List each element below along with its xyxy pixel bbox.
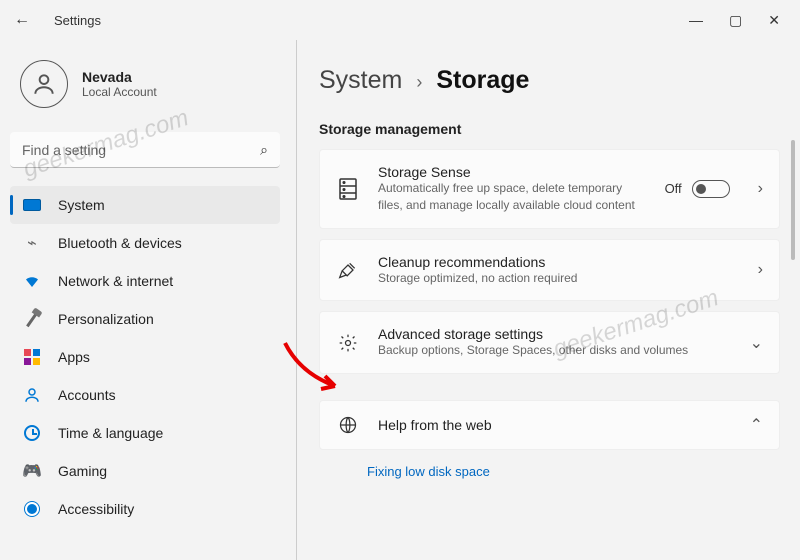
nav-label: System bbox=[58, 197, 105, 213]
app-title: Settings bbox=[54, 13, 101, 28]
card-title: Advanced storage settings bbox=[378, 326, 722, 342]
nav-label: Accessibility bbox=[58, 501, 134, 517]
back-button[interactable]: ← bbox=[8, 11, 36, 29]
nav-label: Accounts bbox=[58, 387, 116, 403]
nav-label: Apps bbox=[58, 349, 90, 365]
accounts-icon bbox=[20, 385, 44, 405]
storage-icon bbox=[336, 178, 360, 200]
scroll-thumb[interactable] bbox=[791, 140, 795, 260]
nav-network[interactable]: Network & internet bbox=[10, 262, 280, 300]
card-sub: Backup options, Storage Spaces, other di… bbox=[378, 342, 722, 359]
chevron-right-icon: › bbox=[416, 72, 422, 93]
nav-label: Network & internet bbox=[58, 273, 173, 289]
user-name: Nevada bbox=[82, 69, 157, 85]
chevron-right-icon[interactable]: › bbox=[758, 261, 763, 279]
breadcrumb-parent[interactable]: System bbox=[319, 66, 402, 95]
main-panel: System › Storage Storage management Stor… bbox=[303, 40, 800, 560]
close-button[interactable]: ✕ bbox=[768, 12, 780, 29]
help-link[interactable]: Fixing low disk space bbox=[367, 464, 780, 479]
nav-personalization[interactable]: Personalization bbox=[10, 300, 280, 338]
advanced-storage-card[interactable]: Advanced storage settings Backup options… bbox=[319, 311, 780, 374]
nav-accessibility[interactable]: Accessibility bbox=[10, 490, 280, 528]
chevron-up-icon[interactable]: ⌃ bbox=[750, 415, 763, 435]
wifi-icon bbox=[20, 271, 44, 291]
card-title: Storage Sense bbox=[378, 164, 647, 180]
minimize-button[interactable]: — bbox=[689, 12, 703, 29]
apps-icon bbox=[20, 347, 44, 367]
help-card[interactable]: Help from the web ⌃ bbox=[319, 400, 780, 450]
titlebar: ← Settings — ▢ ✕ bbox=[0, 0, 800, 40]
nav-bluetooth[interactable]: ⌁ Bluetooth & devices bbox=[10, 224, 280, 262]
bluetooth-icon: ⌁ bbox=[20, 233, 44, 253]
avatar-icon bbox=[20, 60, 68, 108]
accessibility-icon bbox=[20, 499, 44, 519]
nav-system[interactable]: System bbox=[10, 186, 280, 224]
storage-sense-card[interactable]: Storage Sense Automatically free up spac… bbox=[319, 149, 780, 229]
user-sub: Local Account bbox=[82, 85, 157, 99]
cleanup-card[interactable]: Cleanup recommendations Storage optimize… bbox=[319, 239, 780, 302]
nav-time[interactable]: Time & language bbox=[10, 414, 280, 452]
scrollbar[interactable] bbox=[788, 40, 798, 560]
nav-label: Personalization bbox=[58, 311, 154, 327]
nav-label: Gaming bbox=[58, 463, 107, 479]
nav-accounts[interactable]: Accounts bbox=[10, 376, 280, 414]
search-box[interactable]: ⌕ bbox=[10, 132, 280, 168]
user-profile[interactable]: Nevada Local Account bbox=[10, 50, 280, 118]
nav-gaming[interactable]: 🎮 Gaming bbox=[10, 452, 280, 490]
search-icon: ⌕ bbox=[260, 142, 268, 159]
system-icon bbox=[20, 195, 44, 215]
globe-icon bbox=[336, 415, 360, 435]
card-sub: Storage optimized, no action required bbox=[378, 270, 730, 287]
nav-label: Bluetooth & devices bbox=[58, 235, 182, 251]
chevron-right-icon[interactable]: › bbox=[758, 180, 763, 198]
nav-label: Time & language bbox=[58, 425, 163, 441]
brush-icon bbox=[20, 309, 44, 329]
chevron-down-icon[interactable]: ⌄ bbox=[750, 333, 763, 353]
nav-apps[interactable]: Apps bbox=[10, 338, 280, 376]
sidebar: Nevada Local Account ⌕ System ⌁ Bluetoot… bbox=[0, 40, 290, 560]
search-input[interactable] bbox=[10, 132, 280, 168]
breadcrumb: System › Storage bbox=[319, 66, 780, 95]
toggle-label: Off bbox=[665, 181, 682, 196]
breadcrumb-current: Storage bbox=[436, 66, 529, 95]
clock-icon bbox=[20, 423, 44, 443]
card-title: Cleanup recommendations bbox=[378, 254, 730, 270]
gaming-icon: 🎮 bbox=[20, 461, 44, 481]
broom-icon bbox=[336, 260, 360, 280]
nav-list: System ⌁ Bluetooth & devices Network & i… bbox=[10, 186, 280, 528]
card-title: Help from the web bbox=[378, 417, 722, 433]
divider bbox=[296, 40, 297, 560]
card-sub: Automatically free up space, delete temp… bbox=[378, 180, 647, 214]
maximize-button[interactable]: ▢ bbox=[729, 12, 742, 29]
storage-sense-toggle[interactable] bbox=[692, 180, 730, 198]
gear-icon bbox=[336, 333, 360, 353]
section-title: Storage management bbox=[319, 121, 780, 137]
